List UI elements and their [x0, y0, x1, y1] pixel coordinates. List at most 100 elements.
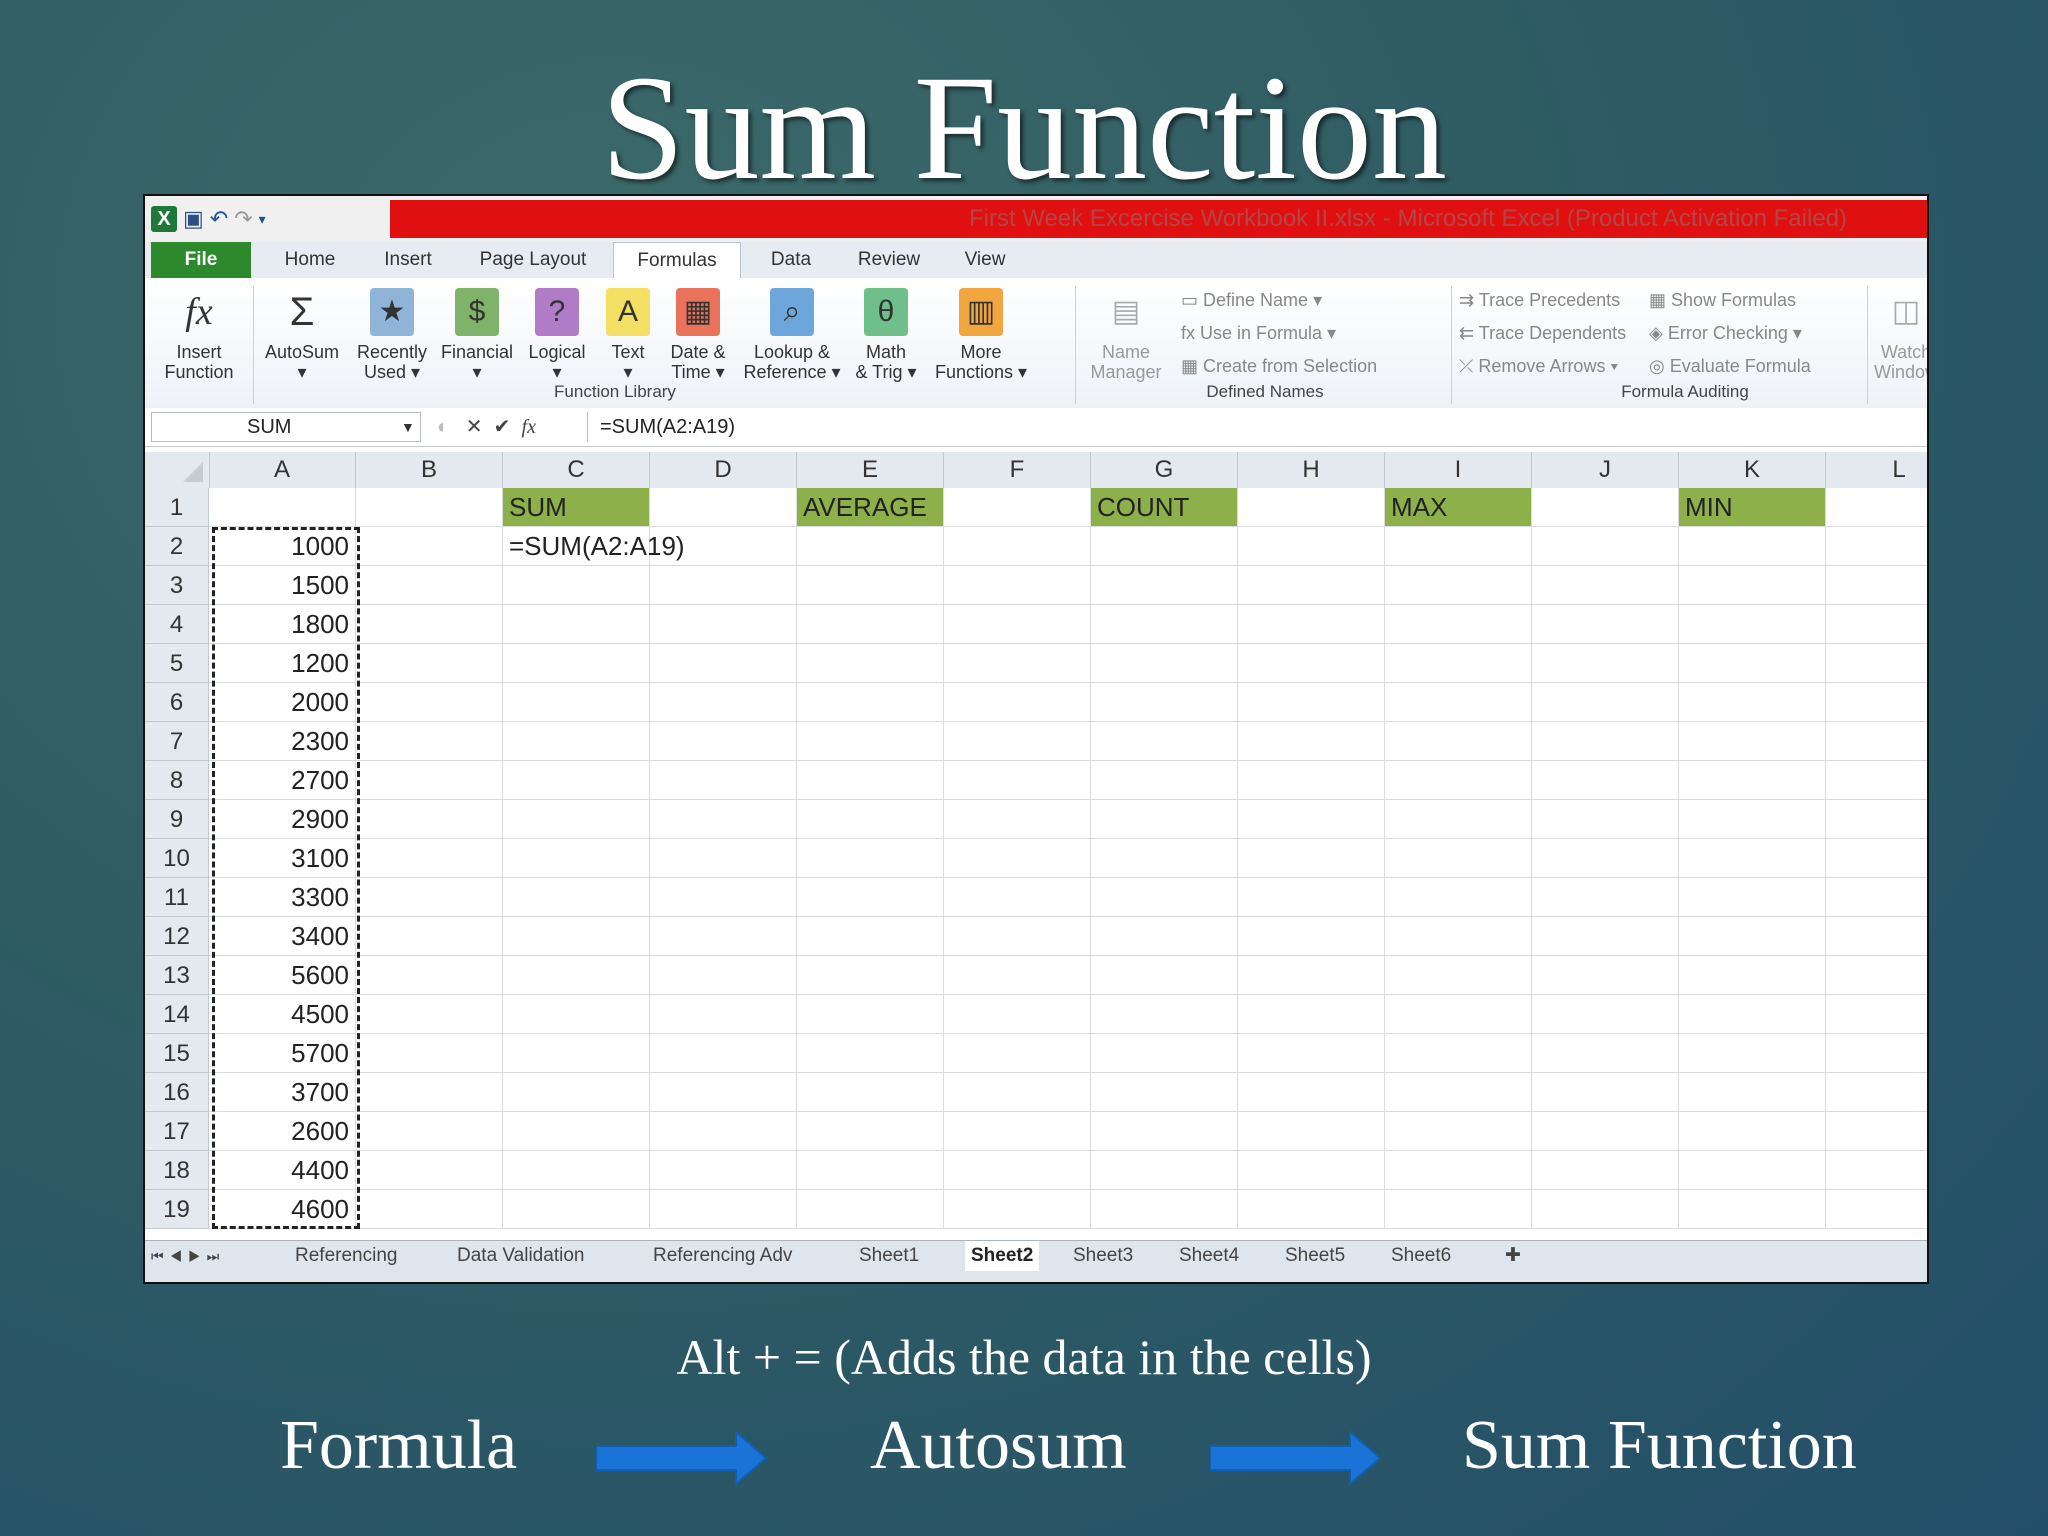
row-header[interactable]: 19 — [145, 1190, 209, 1229]
cell-g2[interactable] — [1091, 527, 1238, 566]
cell-f17[interactable] — [944, 1112, 1091, 1151]
more-functions-button[interactable]: ▥ More Functions ▾ — [925, 288, 1037, 382]
cell-b2[interactable] — [356, 527, 503, 566]
cell-b18[interactable] — [356, 1151, 503, 1190]
sheet-tab-sheet6[interactable]: Sheet6 — [1391, 1241, 1451, 1271]
cell-a14[interactable]: 4500 — [209, 995, 356, 1034]
cell-l10[interactable] — [1826, 839, 1927, 878]
cell-c17[interactable] — [503, 1112, 650, 1151]
column-header-j[interactable]: J — [1532, 452, 1679, 488]
customize-qat-icon[interactable]: ▾ — [259, 211, 266, 228]
cell-c6[interactable] — [503, 683, 650, 722]
cell-c4[interactable] — [503, 605, 650, 644]
cell-e19[interactable] — [797, 1190, 944, 1229]
cell-i7[interactable] — [1385, 722, 1532, 761]
cell-j2[interactable] — [1532, 527, 1679, 566]
insert-sheet-icon[interactable]: ✚ — [1505, 1241, 1521, 1271]
cell-b6[interactable] — [356, 683, 503, 722]
cell-l17[interactable] — [1826, 1112, 1927, 1151]
cell-d9[interactable] — [650, 800, 797, 839]
cell-f8[interactable] — [944, 761, 1091, 800]
cell-g6[interactable] — [1091, 683, 1238, 722]
cell-f19[interactable] — [944, 1190, 1091, 1229]
cell-g13[interactable] — [1091, 956, 1238, 995]
cell-e4[interactable] — [797, 605, 944, 644]
row-header[interactable]: 15 — [145, 1034, 209, 1073]
cell-g11[interactable] — [1091, 878, 1238, 917]
cell-g7[interactable] — [1091, 722, 1238, 761]
row-header[interactable]: 16 — [145, 1073, 209, 1112]
define-name-button[interactable]: ▭ Define Name ▾ — [1181, 290, 1322, 311]
cell-j9[interactable] — [1532, 800, 1679, 839]
cell-a11[interactable]: 3300 — [209, 878, 356, 917]
cell-i13[interactable] — [1385, 956, 1532, 995]
column-header-c[interactable]: C — [503, 452, 650, 488]
cell-j13[interactable] — [1532, 956, 1679, 995]
cell-b10[interactable] — [356, 839, 503, 878]
cell-b17[interactable] — [356, 1112, 503, 1151]
column-header-g[interactable]: G — [1091, 452, 1238, 488]
cell-h14[interactable] — [1238, 995, 1385, 1034]
cell-d16[interactable] — [650, 1073, 797, 1112]
cell-d15[interactable] — [650, 1034, 797, 1073]
cell-g12[interactable] — [1091, 917, 1238, 956]
sheet-tab-referencing-adv[interactable]: Referencing Adv — [653, 1241, 792, 1271]
evaluate-formula-button[interactable]: ◎ Evaluate Formula — [1649, 356, 1811, 377]
cell-f18[interactable] — [944, 1151, 1091, 1190]
cell-k10[interactable] — [1679, 839, 1826, 878]
cell-l3[interactable] — [1826, 566, 1927, 605]
cell-i10[interactable] — [1385, 839, 1532, 878]
cell-i6[interactable] — [1385, 683, 1532, 722]
cell-d2[interactable] — [650, 527, 797, 566]
cell-f5[interactable] — [944, 644, 1091, 683]
cell-g8[interactable] — [1091, 761, 1238, 800]
cell-e1[interactable]: AVERAGE — [797, 488, 944, 527]
cell-b19[interactable] — [356, 1190, 503, 1229]
cell-j5[interactable] — [1532, 644, 1679, 683]
cell-f15[interactable] — [944, 1034, 1091, 1073]
cell-l11[interactable] — [1826, 878, 1927, 917]
cell-e17[interactable] — [797, 1112, 944, 1151]
cell-j11[interactable] — [1532, 878, 1679, 917]
cell-l14[interactable] — [1826, 995, 1927, 1034]
insert-function-button[interactable]: fx Insert Function — [151, 288, 247, 382]
cell-f6[interactable] — [944, 683, 1091, 722]
sheet-tab-referencing[interactable]: Referencing — [295, 1241, 397, 1271]
editing-cell-c2[interactable]: =SUM(A2:A19) — [503, 527, 685, 566]
cell-b4[interactable] — [356, 605, 503, 644]
cell-a16[interactable]: 3700 — [209, 1073, 356, 1112]
cell-l8[interactable] — [1826, 761, 1927, 800]
cell-b13[interactable] — [356, 956, 503, 995]
cell-a6[interactable]: 2000 — [209, 683, 356, 722]
cell-f11[interactable] — [944, 878, 1091, 917]
cell-a8[interactable]: 2700 — [209, 761, 356, 800]
column-header-a[interactable]: A — [209, 452, 356, 488]
cell-d5[interactable] — [650, 644, 797, 683]
cell-a15[interactable]: 5700 — [209, 1034, 356, 1073]
sheet-tab-sheet5[interactable]: Sheet5 — [1285, 1241, 1345, 1271]
cell-l9[interactable] — [1826, 800, 1927, 839]
cell-h15[interactable] — [1238, 1034, 1385, 1073]
cell-k15[interactable] — [1679, 1034, 1826, 1073]
tab-file[interactable]: File — [151, 242, 251, 278]
cell-a18[interactable]: 4400 — [209, 1151, 356, 1190]
row-header[interactable]: 13 — [145, 956, 209, 995]
cell-i12[interactable] — [1385, 917, 1532, 956]
column-header-l[interactable]: L — [1826, 452, 1927, 488]
formula-bar-expand-icon[interactable]: ◐ — [437, 416, 449, 438]
undo-icon[interactable]: ↶ — [210, 206, 228, 232]
recently-used-button[interactable]: ★ Recently Used ▾ — [349, 288, 435, 382]
cell-k11[interactable] — [1679, 878, 1826, 917]
cell-f13[interactable] — [944, 956, 1091, 995]
insert-function-fx-icon[interactable]: fx — [522, 416, 536, 438]
cell-h2[interactable] — [1238, 527, 1385, 566]
cell-h4[interactable] — [1238, 605, 1385, 644]
cell-b16[interactable] — [356, 1073, 503, 1112]
cell-h7[interactable] — [1238, 722, 1385, 761]
cell-g9[interactable] — [1091, 800, 1238, 839]
cell-d8[interactable] — [650, 761, 797, 800]
cell-e12[interactable] — [797, 917, 944, 956]
column-header-f[interactable]: F — [944, 452, 1091, 488]
logical-button[interactable]: ? Logical ▾ — [519, 288, 595, 382]
cell-f2[interactable] — [944, 527, 1091, 566]
